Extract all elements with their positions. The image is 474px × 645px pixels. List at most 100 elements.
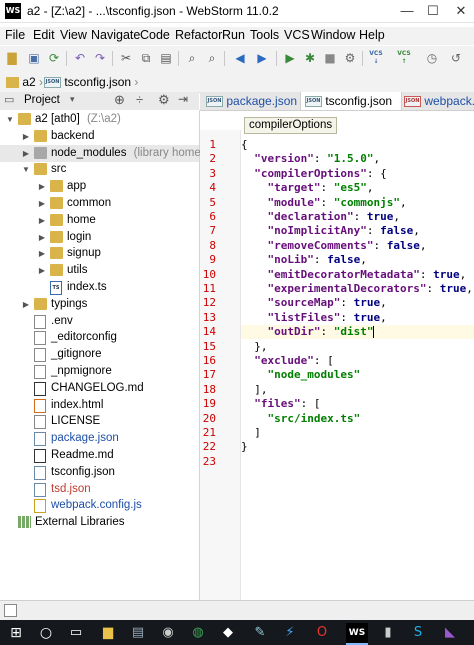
tree-item[interactable]: ▶ home (0, 212, 199, 229)
opera-icon[interactable]: O (312, 623, 332, 643)
tree-item[interactable]: ▶ node_modules (library home) (0, 144, 205, 162)
menu-vcs[interactable]: VCS (284, 28, 310, 42)
tree-item[interactable]: ▶ utils (0, 262, 199, 279)
code-line[interactable]: ], (241, 383, 474, 397)
tree-item[interactable]: _npmignore (0, 363, 199, 380)
tree-item[interactable]: _gitignore (0, 346, 199, 363)
tree-item[interactable]: ▶ signup (0, 245, 199, 262)
menu-file[interactable]: File (5, 28, 25, 42)
synchronize-icon[interactable]: ⟳ (46, 50, 62, 66)
app-icon[interactable]: ✎ (250, 623, 270, 643)
tree-item[interactable]: ▼ a2 [ath0] (Z:\a2) (0, 111, 199, 128)
tab-tsconfig-json[interactable]: JSON tsconfig.json (300, 92, 402, 110)
tree-item[interactable]: ▼ src (0, 161, 199, 178)
menu-run[interactable]: Run (222, 28, 245, 42)
hide-panel-icon[interactable]: ⇥ (178, 92, 188, 106)
tree-item[interactable]: webpack.config.js (0, 497, 199, 514)
windows-start-icon[interactable]: ⊞ (6, 623, 26, 643)
debug-icon[interactable]: ✱ (302, 50, 318, 66)
project-view-dropdown[interactable]: Project (24, 94, 60, 106)
collapsed-arrow-icon[interactable]: ▶ (38, 178, 46, 195)
cut-icon[interactable]: ✂ (118, 50, 134, 66)
copy-icon[interactable]: ⧉ (138, 50, 154, 66)
close-button[interactable]: ✕ (452, 2, 470, 20)
tab-package-json[interactable]: JSON package.json (206, 92, 298, 110)
tree-item[interactable]: tsconfig.json (0, 464, 199, 481)
code-line[interactable]: ] (241, 426, 474, 440)
menu-navigate[interactable]: Navigate (91, 28, 140, 42)
collapsed-arrow-icon[interactable]: ▶ (22, 296, 30, 313)
collapsed-arrow-icon[interactable]: ▶ (38, 262, 46, 279)
expanded-arrow-icon[interactable]: ▼ (6, 111, 14, 128)
minimize-button[interactable]: — (398, 2, 416, 20)
app-icon[interactable]: ⚡ (280, 623, 300, 643)
code-line[interactable]: "experimentalDecorators": true, (241, 282, 474, 296)
collapsed-arrow-icon[interactable]: ▶ (38, 229, 46, 246)
code-line[interactable]: "declaration": true, (241, 210, 474, 224)
tree-item[interactable]: tsd.json (0, 481, 199, 498)
run-icon[interactable]: ▶ (282, 50, 298, 66)
skype-icon[interactable]: S (408, 623, 428, 643)
collapsed-arrow-icon[interactable]: ▶ (22, 128, 30, 145)
tree-item[interactable]: ▶ app (0, 178, 199, 195)
back-icon[interactable]: ◀ (232, 50, 248, 66)
code-line[interactable]: "version": "1.5.0", (241, 152, 474, 166)
chevron-down-icon[interactable]: ▾ (70, 94, 75, 105)
file-explorer-icon[interactable]: ▆ (98, 623, 118, 643)
task-view-icon[interactable]: ▭ (66, 623, 86, 643)
code-line[interactable]: { (241, 138, 474, 152)
code-line[interactable]: }, (241, 340, 474, 354)
webstorm-taskbar-icon[interactable]: WS (346, 623, 368, 645)
tree-item[interactable]: ▶ backend (0, 128, 199, 145)
code-line[interactable]: "listFiles": true, (241, 311, 474, 325)
menu-code[interactable]: Code (140, 28, 170, 42)
terminal-icon[interactable]: ▮ (378, 623, 398, 643)
menu-tools[interactable]: Tools (250, 28, 279, 42)
code-line[interactable]: "outDir": "dist" (241, 325, 474, 340)
app-icon[interactable]: ▤ (128, 623, 148, 643)
settings-icon[interactable]: ⚙ (342, 50, 358, 66)
code-line[interactable]: "src/index.ts" (241, 412, 474, 426)
code-line[interactable]: "compilerOptions": { (241, 167, 474, 181)
collapsed-arrow-icon[interactable]: ▶ (38, 245, 46, 262)
menu-refactor[interactable]: Refactor (175, 28, 222, 42)
search-icon[interactable]: ○ (36, 623, 56, 643)
code-line[interactable]: } (241, 440, 474, 454)
code-editor[interactable]: { "version": "1.5.0", "compilerOptions":… (241, 130, 474, 600)
code-line[interactable]: "noLib": false, (241, 253, 474, 267)
collapsed-arrow-icon[interactable]: ▶ (38, 212, 46, 229)
tree-item[interactable]: External Libraries (0, 514, 199, 531)
stop-icon[interactable]: ■ (322, 50, 338, 66)
code-line[interactable]: "module": "commonjs", (241, 196, 474, 210)
visual-studio-icon[interactable]: ◣ (440, 623, 460, 643)
tree-item[interactable]: .env (0, 313, 199, 330)
undo-icon[interactable]: ↶ (72, 50, 88, 66)
app-icon[interactable]: ◆ (218, 623, 238, 643)
menu-view[interactable]: View (60, 28, 87, 42)
tree-item[interactable]: CHANGELOG.md (0, 380, 199, 397)
vcs-commit-icon[interactable]: VCS ↑ (396, 50, 412, 66)
menu-edit[interactable]: Edit (33, 28, 55, 42)
gear-icon[interactable]: ⚙ (158, 92, 170, 108)
vcs-update-icon[interactable]: VCS ↓ (368, 50, 384, 66)
replace-icon[interactable]: ⌕ (204, 50, 220, 66)
locate-target-icon[interactable]: ⊕ (114, 92, 125, 108)
tree-item[interactable]: Readme.md (0, 447, 199, 464)
code-line[interactable] (241, 455, 474, 469)
breadcrumb-project[interactable]: a2 › (6, 74, 43, 90)
redo-icon[interactable]: ↷ (92, 50, 108, 66)
code-line[interactable]: "exclude": [ (241, 354, 474, 368)
tree-item[interactable]: LICENSE (0, 413, 199, 430)
menu-help[interactable]: Help (359, 28, 385, 42)
forward-icon[interactable]: ▶ (254, 50, 270, 66)
tab-webpack-config[interactable]: JSON webpack.con (404, 92, 474, 110)
breadcrumb-file[interactable]: JSON tsconfig.json › (44, 74, 138, 90)
save-all-icon[interactable]: ▣ (26, 50, 42, 66)
collapsed-arrow-icon[interactable]: ▶ (22, 145, 30, 162)
code-line[interactable]: "noImplicitAny": false, (241, 224, 474, 238)
code-line[interactable]: "removeComments": false, (241, 239, 474, 253)
tree-item[interactable]: ▶ typings (0, 296, 199, 313)
find-icon[interactable]: ⌕ (184, 50, 200, 66)
collapse-all-icon[interactable]: ÷ (136, 92, 143, 107)
code-line[interactable]: "node_modules" (241, 368, 474, 382)
